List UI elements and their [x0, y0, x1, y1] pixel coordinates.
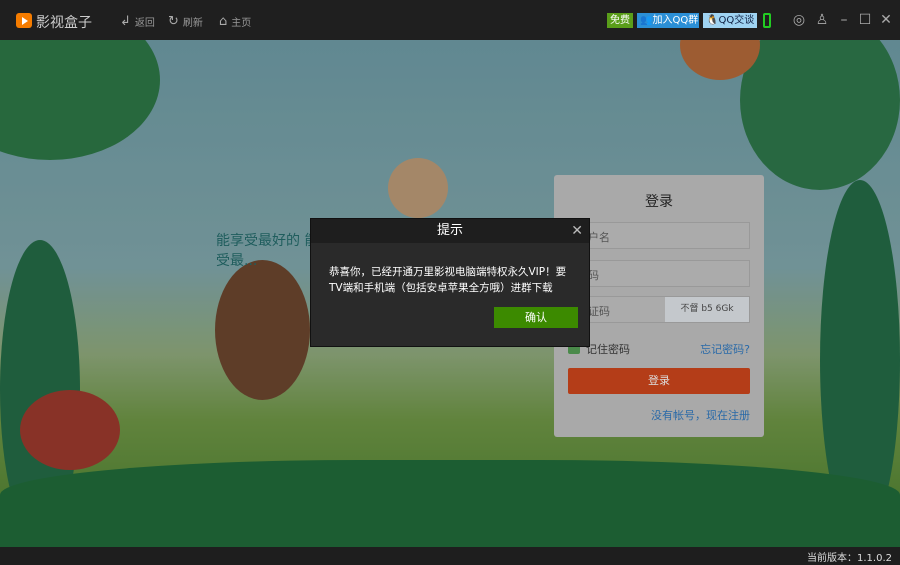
- maximize-icon[interactable]: ☐: [856, 10, 874, 30]
- skin-icon[interactable]: ◎: [790, 10, 808, 30]
- dialog-header: 提示 ✕: [311, 219, 589, 243]
- home-icon: ⌂: [219, 14, 228, 29]
- back-button[interactable]: ↲ 返回: [120, 14, 155, 29]
- captcha-input[interactable]: 验证码 不督 b5 6Gk: [568, 296, 750, 323]
- shirt-icon[interactable]: ♙: [813, 10, 831, 30]
- password-input[interactable]: 密码: [568, 260, 750, 287]
- app-name: 影视盒子: [36, 15, 92, 31]
- app-logo-icon: [16, 13, 32, 28]
- free-badge[interactable]: 免费: [607, 13, 633, 28]
- mobile-icon[interactable]: [763, 13, 771, 28]
- login-button[interactable]: 登录: [568, 368, 750, 394]
- notice-dialog: 提示 ✕ 恭喜你，已经开通万里影视电脑端特权永久VIP！要TV端和手机端（包括安卓…: [310, 218, 590, 347]
- refresh-label: 刷新: [182, 18, 203, 29]
- join-qq-group-label: 加入QQ群: [652, 15, 699, 26]
- back-icon: ↲: [120, 14, 131, 29]
- login-title: 登录: [645, 194, 673, 210]
- dialog-close-icon[interactable]: ✕: [571, 219, 583, 243]
- refresh-icon: ↻: [168, 14, 179, 29]
- qq-penguin-icon: 🐧: [706, 15, 719, 26]
- confirm-button[interactable]: 确认: [494, 307, 578, 328]
- register-link[interactable]: 没有帐号，现在注册: [651, 407, 750, 423]
- qq-chat-button[interactable]: 🐧QQ交谈: [703, 13, 757, 28]
- captcha-image[interactable]: 不督 b5 6Gk: [665, 297, 749, 322]
- status-bar: 当前版本：1.1.0.2: [0, 547, 900, 565]
- remember-password-label: 记住密码: [586, 343, 630, 356]
- version-text: 当前版本：1.1.0.2: [807, 553, 892, 564]
- qq-chat-label: QQ交谈: [718, 15, 755, 26]
- username-input[interactable]: 用户名: [568, 222, 750, 249]
- qq-group-icon: 👥: [640, 15, 653, 26]
- home-button[interactable]: ⌂ 主页: [219, 14, 251, 29]
- close-icon[interactable]: ✕: [877, 10, 895, 30]
- dialog-title: 提示: [436, 223, 463, 238]
- dialog-message: 恭喜你，已经开通万里影视电脑端特权永久VIP！要TV端和手机端（包括安卓苹果全方…: [329, 266, 567, 294]
- minimize-icon[interactable]: –: [835, 10, 853, 30]
- back-label: 返回: [134, 18, 155, 29]
- refresh-button[interactable]: ↻ 刷新: [168, 14, 203, 29]
- join-qq-group-button[interactable]: 👥加入QQ群: [637, 13, 699, 28]
- home-label: 主页: [231, 18, 252, 29]
- forgot-password-link[interactable]: 忘记密码?: [700, 341, 750, 357]
- title-bar: 影视盒子 ↲ 返回 ↻ 刷新 ⌂ 主页 免费 👥加入QQ群 🐧QQ交谈 ◎ ♙ – ☐…: [0, 0, 900, 40]
